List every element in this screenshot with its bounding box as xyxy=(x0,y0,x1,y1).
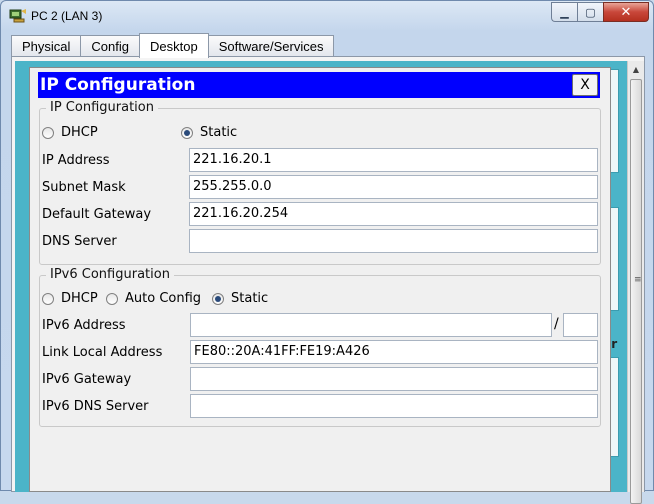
ipv4-config-group: IP Configuration DHCP Static IP Address … xyxy=(39,100,601,265)
tab-software-services[interactable]: Software/Services xyxy=(207,35,335,57)
title-bar: PC 2 (LAN 3) ▁ ▢ ✕ xyxy=(1,1,653,31)
subnet-mask-field[interactable]: 255.255.0.0 xyxy=(189,175,598,199)
ipv4-dhcp-radio[interactable]: DHCP xyxy=(42,125,98,140)
ipv4-static-label: Static xyxy=(200,125,238,140)
ipv6-address-field[interactable] xyxy=(190,313,552,337)
ipv6-dhcp-radio[interactable]: DHCP xyxy=(42,291,98,306)
ipv6-dns-server-label: IPv6 DNS Server xyxy=(42,399,149,414)
ipv6-gateway-field[interactable] xyxy=(190,367,598,391)
ip-address-field[interactable]: 221.16.20.1 xyxy=(189,148,598,172)
ipv6-prefix-length-field[interactable] xyxy=(563,313,598,337)
ipv6-dhcp-label: DHCP xyxy=(61,291,98,306)
grip-icon: ≡ xyxy=(634,275,642,285)
ip-address-label: IP Address xyxy=(42,153,110,168)
default-gateway-label: Default Gateway xyxy=(42,207,152,222)
ipv6-gateway-label: IPv6 Gateway xyxy=(42,372,132,387)
ipv6-config-group: IPv6 Configuration DHCP Auto Config Stat… xyxy=(39,267,601,427)
ip-configuration-dialog: IP Configuration X IP Configuration DHCP… xyxy=(29,67,611,492)
dialog-title-bar: IP Configuration X xyxy=(38,72,600,98)
ipv4-group-legend: IP Configuration xyxy=(46,100,158,115)
ipv4-dhcp-label: DHCP xyxy=(61,125,98,140)
close-icon: ✕ xyxy=(620,4,632,20)
ipv6-auto-config-radio[interactable]: Auto Config xyxy=(106,291,201,306)
tab-config[interactable]: Config xyxy=(80,35,140,57)
link-local-address-label: Link Local Address xyxy=(42,345,163,360)
close-window-button[interactable]: ✕ xyxy=(603,2,649,22)
app-window: PC 2 (LAN 3) ▁ ▢ ✕ Physical Config Deskt… xyxy=(0,0,654,504)
window-title: PC 2 (LAN 3) xyxy=(31,9,103,23)
tab-bar: Physical Config Desktop Software/Service… xyxy=(11,33,335,58)
ipv6-static-label: Static xyxy=(231,291,269,306)
subnet-mask-label: Subnet Mask xyxy=(42,180,126,195)
maximize-icon: ▢ xyxy=(585,5,596,19)
tab-desktop[interactable]: Desktop xyxy=(139,33,209,58)
scroll-up-icon[interactable]: ▲ xyxy=(628,61,644,77)
ipv4-static-radio[interactable]: Static xyxy=(181,125,237,140)
radio-circle-selected xyxy=(181,126,193,139)
radio-circle xyxy=(42,126,54,139)
maximize-button[interactable]: ▢ xyxy=(577,2,603,22)
ipv6-static-radio[interactable]: Static xyxy=(212,291,268,306)
ipv6-group-legend: IPv6 Configuration xyxy=(46,267,174,282)
dialog-close-button[interactable]: X xyxy=(572,74,598,96)
ipv6-auto-config-label: Auto Config xyxy=(125,291,202,306)
link-local-address-field[interactable]: FE80::20A:41FF:FE19:A426 xyxy=(190,340,598,364)
default-gateway-field[interactable]: 221.16.20.254 xyxy=(189,202,598,226)
vertical-scrollbar[interactable]: ▲ ≡ xyxy=(627,61,644,504)
ipv6-dns-server-field[interactable] xyxy=(190,394,598,418)
minimize-icon: ▁ xyxy=(560,5,569,19)
scroll-thumb[interactable]: ≡ xyxy=(630,79,642,504)
ipv6-address-label: IPv6 Address xyxy=(42,318,126,333)
tab-physical[interactable]: Physical xyxy=(11,35,82,57)
dialog-title: IP Configuration xyxy=(40,75,196,95)
packet-tracer-pc-icon xyxy=(9,9,26,23)
radio-circle-selected xyxy=(212,292,224,305)
radio-circle xyxy=(42,292,54,305)
radio-circle xyxy=(106,292,118,305)
prefix-separator: / xyxy=(554,316,559,332)
dns-server-label: DNS Server xyxy=(42,234,117,249)
dns-server-field[interactable] xyxy=(189,229,598,253)
minimize-button[interactable]: ▁ xyxy=(551,2,577,22)
